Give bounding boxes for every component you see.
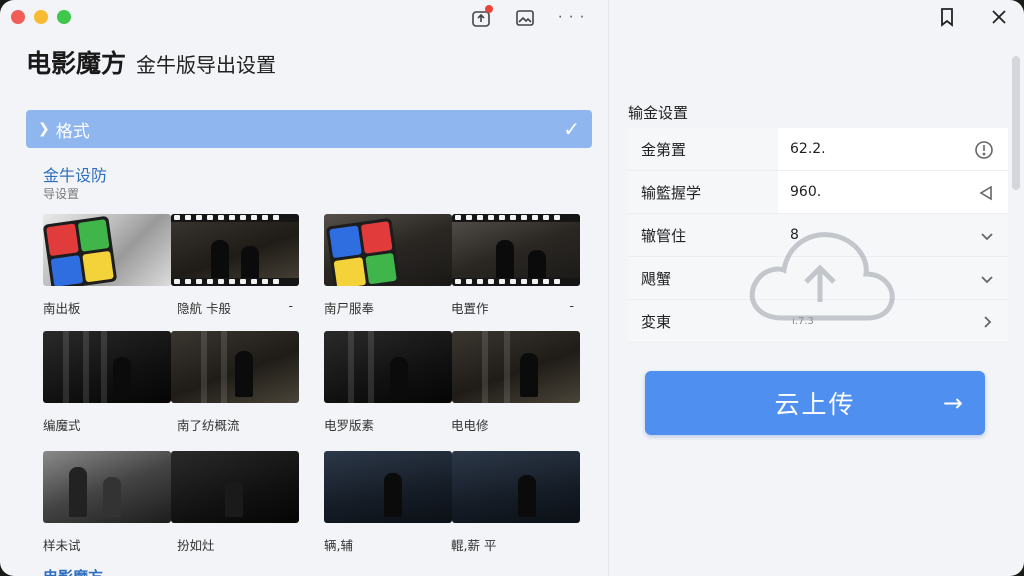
check-icon: ✓ <box>563 117 580 141</box>
cloud-upload-button[interactable]: 云上传 → <box>645 371 985 435</box>
settings-row[interactable]: 输籃握学 960. <box>628 171 1008 214</box>
window-actions <box>936 6 1010 28</box>
app-window: ‧ ‧ ‧ 电影魔方 金牛版导出设置 ❯ 格式 ✓ 金牛设防 导设置 南出板 -… <box>0 0 1024 576</box>
cloud-upload-icon <box>742 224 898 328</box>
more-icon[interactable]: ‧ ‧ ‧ <box>558 7 585 29</box>
settings-label: 输籃握学 <box>641 183 702 202</box>
next-group-title: 电影魔方 <box>43 566 103 576</box>
format-caption-extra: - <box>569 298 574 313</box>
close-window-button[interactable] <box>11 10 25 24</box>
format-caption: 电电修 <box>451 418 489 433</box>
info-icon[interactable] <box>974 128 994 171</box>
format-caption: 南尸服奉 <box>324 301 375 316</box>
format-caption: 隐航 卡般 <box>177 301 231 316</box>
settings-scrollbar[interactable] <box>1012 56 1020 190</box>
format-thumbnail <box>324 451 452 523</box>
format-caption: 南出板 <box>43 301 81 316</box>
format-caption: 輥,薪 平 <box>451 538 497 553</box>
format-section-label: 格式 <box>55 121 90 142</box>
format-thumbnail <box>43 331 171 403</box>
format-thumbnail <box>324 214 452 286</box>
notification-badge <box>485 5 493 13</box>
app-name: 电影魔方 <box>26 49 127 78</box>
arrow-right-icon: → <box>942 389 965 417</box>
format-thumbnail <box>452 331 580 403</box>
chevron-down-icon[interactable] <box>980 257 994 300</box>
maximize-window-button[interactable] <box>57 10 71 24</box>
settings-row[interactable]: 金第置 62.2. <box>628 128 1008 171</box>
window-controls <box>11 10 71 24</box>
cube-icon <box>325 217 401 286</box>
settings-label: 金第置 <box>641 140 687 159</box>
format-thumbnail <box>452 451 580 523</box>
format-group-title: 金牛设防 <box>43 166 108 185</box>
format-thumbnail <box>171 331 299 403</box>
bookmark-icon[interactable] <box>936 6 958 28</box>
settings-title: 输金设置 <box>628 104 689 122</box>
export-icon[interactable] <box>470 5 493 29</box>
format-section-header[interactable]: ❯ 格式 ✓ <box>26 110 592 148</box>
send-icon[interactable] <box>978 171 994 214</box>
chevron-down-icon: ❯ <box>38 121 50 137</box>
format-caption: 样未试 <box>43 538 81 553</box>
format-thumbnail <box>324 331 452 403</box>
format-caption: 电罗版素 <box>324 418 375 433</box>
chevron-down-icon[interactable] <box>980 214 994 257</box>
app-subtitle: 金牛版导出设置 <box>136 53 277 77</box>
format-thumbnail <box>43 451 171 523</box>
format-caption: 电置作 <box>451 301 489 316</box>
format-caption: 扮如灶 <box>177 538 215 553</box>
format-caption: 南了纺概流 <box>177 418 240 433</box>
format-thumbnail <box>452 214 580 286</box>
close-icon[interactable] <box>988 6 1010 28</box>
format-caption: 编魔式 <box>43 418 81 433</box>
minimize-window-button[interactable] <box>34 10 48 24</box>
format-tile-overlay: 隐航 卡般 <box>43 214 299 316</box>
toolbar-icons: ‧ ‧ ‧ <box>470 5 585 29</box>
settings-value-input[interactable]: 960. <box>778 171 1008 213</box>
page-title: 电影魔方 金牛版导出设置 <box>26 44 276 80</box>
cloud-upload-label: 云上传 <box>774 390 856 419</box>
pane-divider <box>608 0 609 576</box>
format-caption: 辆,辅 <box>324 538 353 553</box>
format-group-subtitle: 导设置 <box>43 187 80 201</box>
format-thumbnail <box>171 451 299 523</box>
image-icon[interactable] <box>514 7 536 29</box>
chevron-right-icon[interactable] <box>980 300 994 343</box>
